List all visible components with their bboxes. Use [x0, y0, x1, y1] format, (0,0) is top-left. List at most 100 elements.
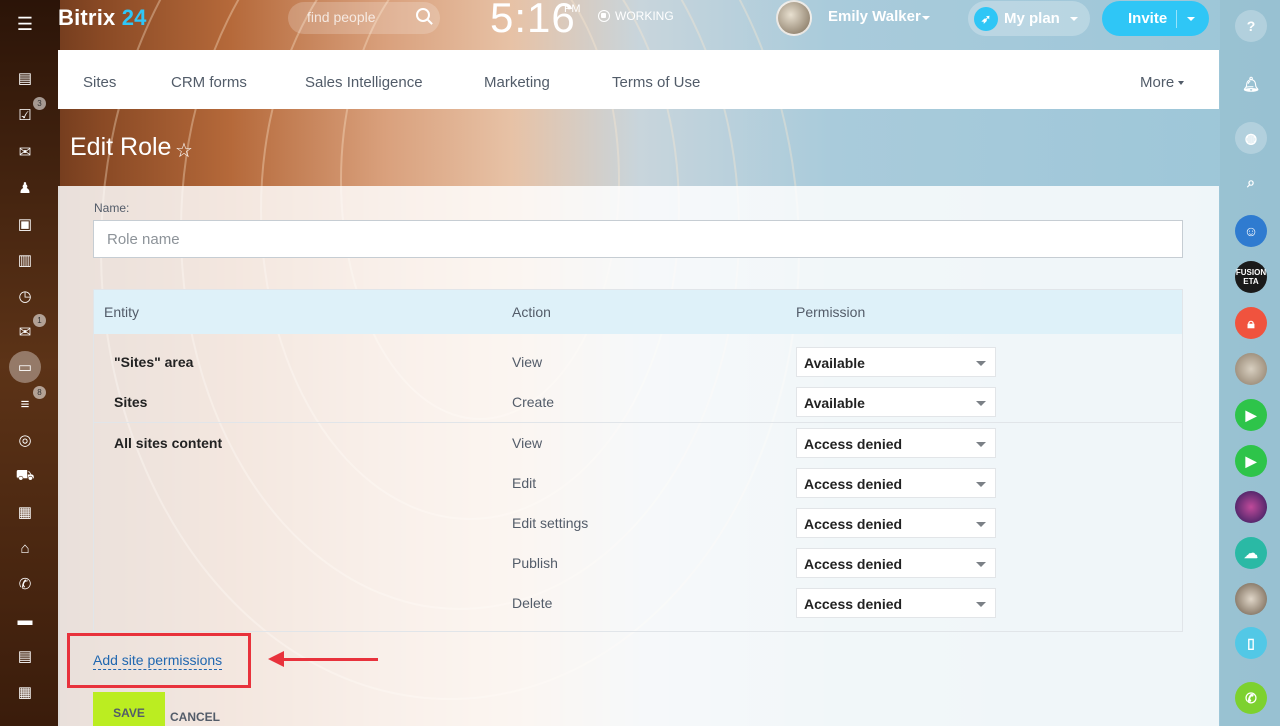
row-action: View — [512, 435, 543, 451]
messenger-icon[interactable]: ◍ — [1235, 122, 1267, 154]
stop-icon — [598, 10, 610, 22]
clock-ampm: PM — [564, 3, 581, 15]
save-button[interactable]: SAVE — [93, 692, 165, 726]
mail-badge: 1 — [33, 314, 46, 327]
search-icon[interactable]: ⌕ — [1235, 166, 1267, 198]
mobile-icon[interactable]: ▯ — [1235, 627, 1267, 659]
user-avatar[interactable] — [776, 0, 812, 36]
nav-crm-forms[interactable]: CRM forms — [171, 74, 247, 91]
my-plan-label: My plan — [1004, 10, 1060, 27]
role-name-input[interactable] — [93, 220, 1183, 258]
group-avatar[interactable] — [1235, 491, 1267, 523]
highlight-box — [67, 633, 251, 688]
header-action: Action — [512, 304, 551, 320]
table-row: Edit Access denied — [94, 463, 1182, 503]
help-icon[interactable]: ? — [1235, 10, 1267, 42]
app-logo[interactable]: Bitrix 24 — [58, 5, 147, 31]
row-action: Create — [512, 394, 555, 410]
user-menu-chevron-icon[interactable] — [922, 16, 930, 20]
person-avatar[interactable] — [1235, 583, 1267, 615]
table-row: All sites content View Access denied — [94, 423, 1182, 463]
left-sidebar: ☰ ▤ ☑ 3 ✉ ♟ ▣ ▥ ◷ ✉ 1 ▭ ≡ 8 ◎ ⛟ ▦ ⌂ ✆ ▬ ▤ ▦ — [0, 0, 50, 726]
row-entity: Sites — [114, 394, 148, 410]
video-chat-icon[interactable]: ▶ — [1235, 445, 1267, 477]
row-entity: "Sites" area — [114, 354, 194, 370]
nav-sales-intelligence[interactable]: Sales Intelligence — [305, 74, 423, 91]
feed-icon[interactable]: ▤ — [13, 66, 37, 90]
menu-hamburger-icon[interactable]: ☰ — [13, 12, 37, 36]
notifications-bell-icon[interactable]: 🔔︎ — [1235, 68, 1267, 100]
row-action: Delete — [512, 595, 553, 611]
target-icon[interactable]: ◎ — [13, 428, 37, 452]
nav-sites[interactable]: Sites — [83, 74, 116, 91]
group-chat-icon[interactable]: ☺ — [1235, 215, 1267, 247]
chat-icon[interactable]: ✉ — [13, 140, 37, 164]
clock-icon[interactable]: ◷ — [13, 284, 37, 308]
name-label: Name: — [94, 201, 130, 215]
my-plan-button[interactable]: ➶ My plan — [968, 1, 1090, 36]
favorite-star-icon[interactable]: ☆ — [175, 138, 193, 163]
table-row: Edit settings Access denied — [94, 503, 1182, 543]
storage-icon[interactable]: ▬ — [13, 608, 37, 632]
fusion-avatar[interactable]: FUSION ETA — [1235, 261, 1267, 293]
invite-divider — [1176, 10, 1177, 28]
filters-icon[interactable]: ≡ 8 — [13, 386, 46, 416]
row-action: Publish — [512, 555, 558, 571]
cloud-icon[interactable]: ☁ — [1235, 537, 1267, 569]
nav-marketing[interactable]: Marketing — [484, 74, 550, 91]
search-input[interactable]: find people — [288, 2, 440, 34]
header-permission: Permission — [796, 304, 866, 320]
work-status-label: WORKING — [615, 9, 674, 23]
contacts-icon[interactable]: ▣ — [13, 212, 37, 236]
call-phone-icon[interactable]: ✆ — [1235, 682, 1267, 714]
top-nav: Sites CRM forms Sales Intelligence Marke… — [58, 50, 1219, 109]
permission-select[interactable]: Access denied — [796, 428, 996, 458]
row-action: View — [512, 354, 543, 370]
header-entity: Entity — [104, 304, 140, 320]
user-name[interactable]: Emily Walker — [828, 8, 921, 25]
table-row: "Sites" area View Available — [94, 342, 1182, 382]
telephony-icon[interactable]: ▥ — [13, 248, 37, 272]
work-status[interactable]: WORKING — [598, 9, 674, 23]
groups-icon[interactable]: ♟ — [13, 176, 37, 200]
row-action: Edit — [512, 475, 537, 491]
mail-icon[interactable]: ✉ 1 — [13, 314, 46, 344]
tasks-badge: 3 — [33, 97, 46, 110]
tasks-icon[interactable]: ☑ 3 — [13, 97, 46, 127]
nav-terms-of-use[interactable]: Terms of Use — [612, 74, 700, 91]
calendar-icon[interactable]: ▦ — [13, 680, 37, 704]
lock-icon[interactable]: 🔒︎ — [1235, 307, 1267, 339]
rocket-icon: ➶ — [974, 6, 998, 31]
logo-text: Bitrix — [58, 5, 116, 30]
apps-icon[interactable]: ▦ — [13, 500, 37, 524]
table-bottom-padding — [94, 623, 1182, 631]
page-title: Edit Role — [70, 133, 172, 161]
sites-icon[interactable]: ▭ — [9, 351, 41, 383]
phone-icon[interactable]: ✆ — [13, 572, 37, 596]
chevron-down-icon[interactable] — [1187, 17, 1195, 21]
permission-select[interactable]: Access denied — [796, 588, 996, 618]
cancel-button[interactable]: CANCEL — [170, 710, 220, 724]
table-row: Sites Create Available — [94, 382, 1182, 422]
permission-select[interactable]: Available — [796, 347, 996, 377]
invite-button[interactable]: Invite — [1102, 1, 1209, 36]
right-sidebar: ? 🔔︎ ◍ ⌕ ☺ FUSION ETA 🔒︎ ▶ ▶ ☁ ▯ ✆ — [1220, 0, 1280, 726]
search-placeholder: find people — [307, 9, 376, 25]
permission-select[interactable]: Access denied — [796, 548, 996, 578]
permission-select[interactable]: Access denied — [796, 468, 996, 498]
document-icon[interactable]: ▤ — [13, 644, 37, 668]
permission-select[interactable]: Available — [796, 387, 996, 417]
video-call-icon[interactable]: ▶ — [1235, 399, 1267, 431]
filters-badge: 8 — [33, 386, 46, 399]
nav-more[interactable]: More — [1140, 74, 1184, 91]
row-action: Edit settings — [512, 515, 589, 531]
cart-icon[interactable]: ⛟ — [13, 464, 37, 488]
invite-label: Invite — [1128, 10, 1168, 27]
table-row: Publish Access denied — [94, 543, 1182, 583]
clock-time[interactable]: 5:16 — [490, 0, 576, 42]
contact-avatar[interactable] — [1235, 353, 1267, 385]
inventory-icon[interactable]: ⌂ — [13, 536, 37, 560]
permission-select[interactable]: Access denied — [796, 508, 996, 538]
table-header: Entity Action Permission — [94, 290, 1182, 334]
logo-number: 24 — [121, 5, 147, 30]
